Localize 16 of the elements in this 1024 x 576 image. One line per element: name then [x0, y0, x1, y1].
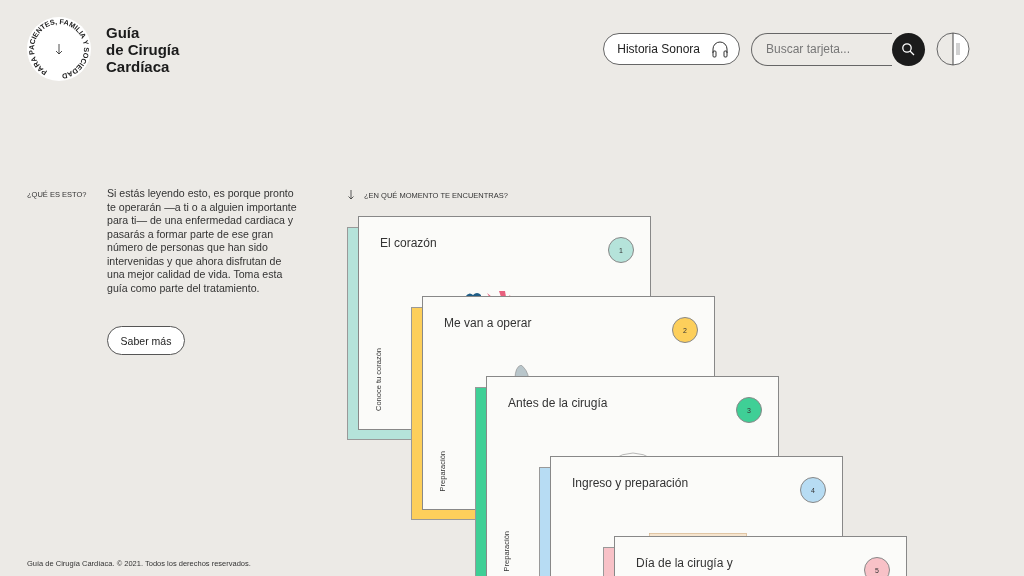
search-button[interactable]	[891, 32, 925, 66]
search-field[interactable]: Buscar tarjeta...	[751, 32, 892, 66]
site-title: Guía de Cirugía Cardíaca	[106, 23, 180, 75]
headphones-icon	[710, 39, 730, 59]
search-icon	[901, 42, 915, 56]
card-title: El corazón	[380, 236, 437, 250]
audio-story-button[interactable]: Historia Sonora	[603, 33, 740, 65]
card-title: Me van a operar	[444, 316, 532, 330]
intro-paragraph: Si estás leyendo esto, es porque pronto te operarán —a ti o a alguien importante para ti— de una enfermedad cardiaca y pasarás a formar parte de ese gran número de personas que han sido intervenidas y que ahora disfrutan de una mejor calidad de vida. Toma esta guía como parte del tratamiento.	[107, 187, 298, 295]
card-title: Antes de la cirugía	[508, 396, 608, 410]
card-title: Ingreso y preparación	[572, 476, 689, 490]
arrow-down-icon	[347, 190, 355, 200]
menu-button[interactable]	[936, 32, 970, 66]
menu-icon	[936, 32, 970, 66]
more-button[interactable]: Saber más	[107, 326, 185, 355]
card-title: Día de la cirugía y	[636, 556, 733, 570]
